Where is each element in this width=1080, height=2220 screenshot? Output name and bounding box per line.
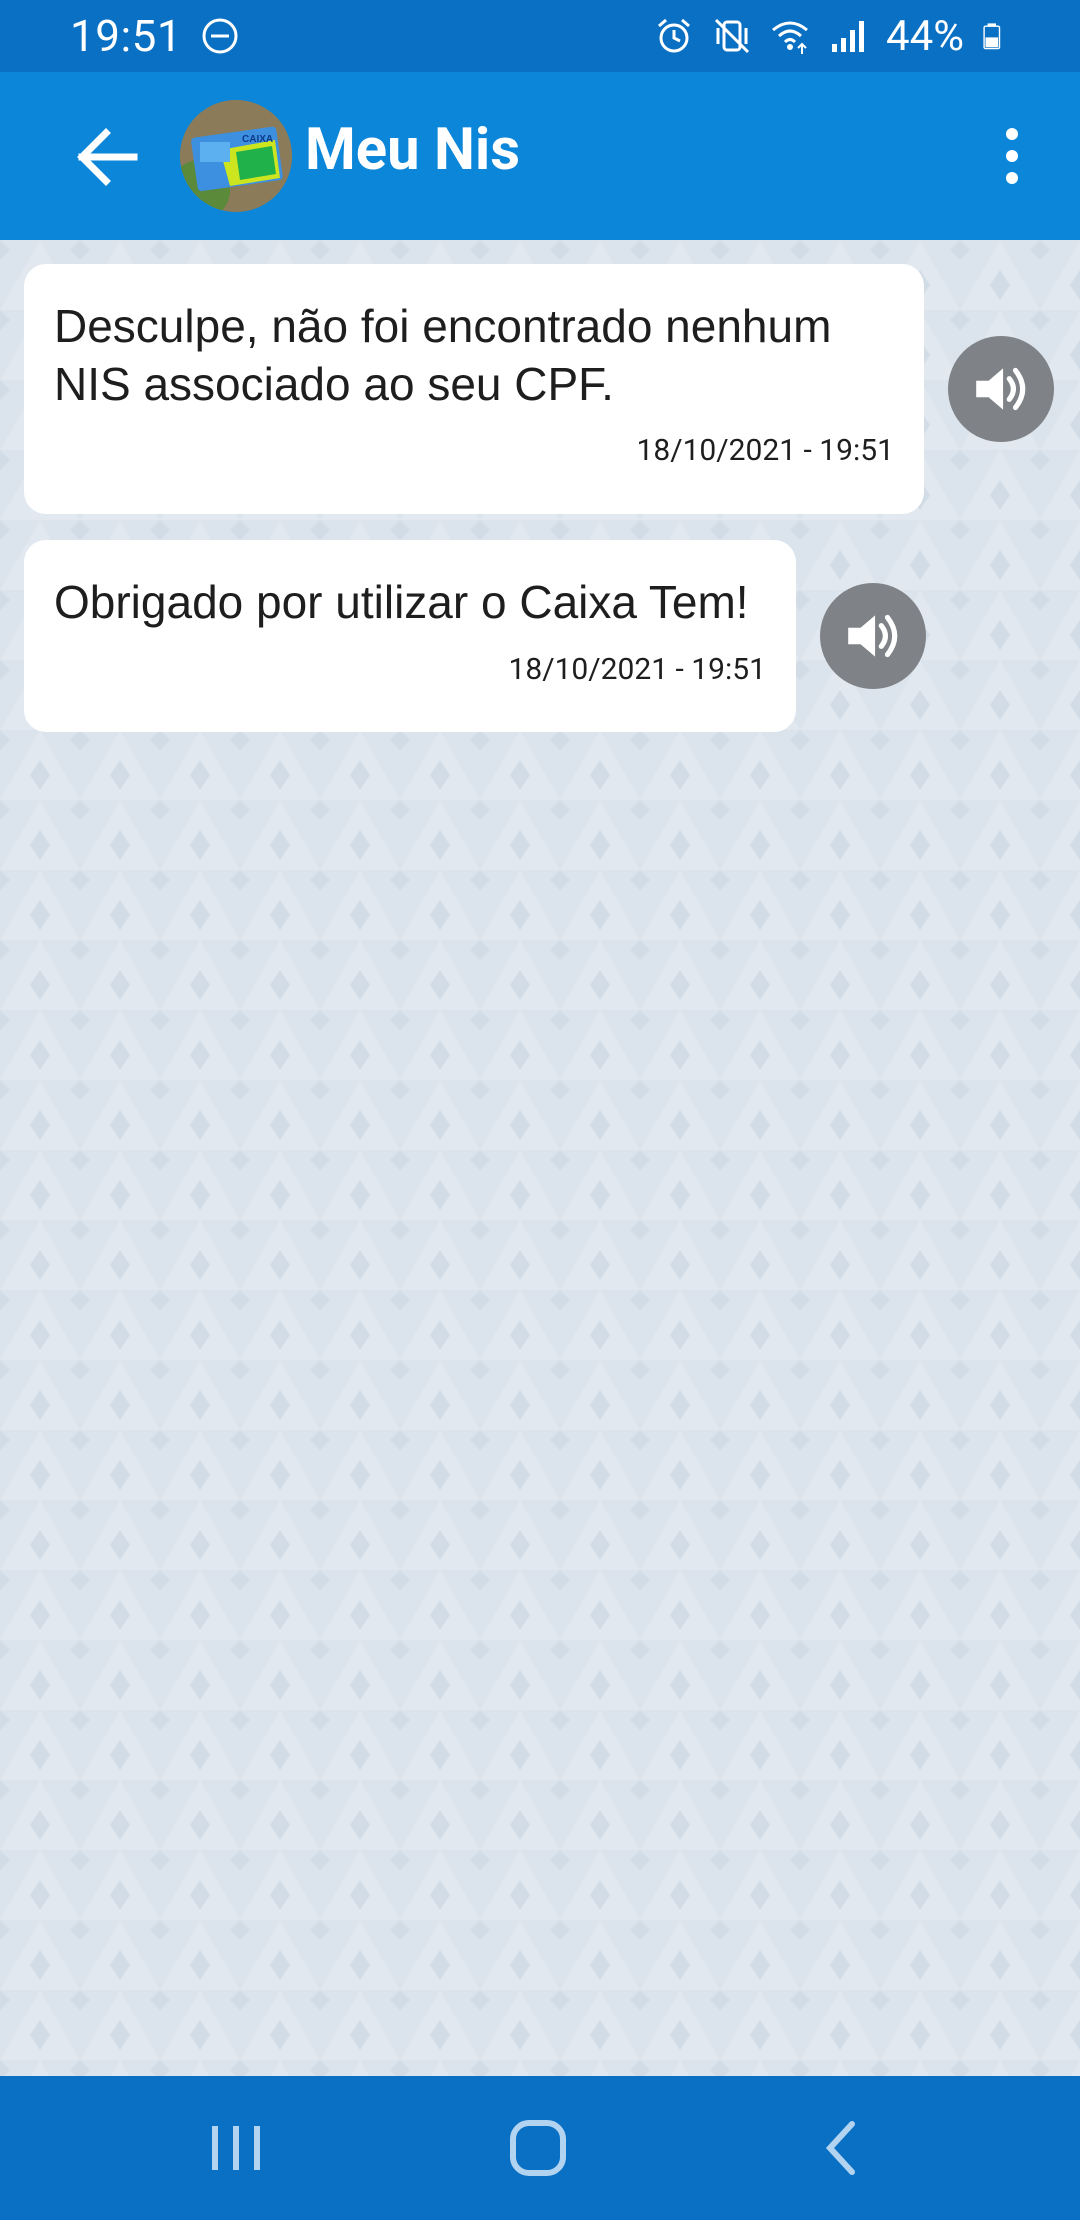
wifi-icon xyxy=(772,21,808,54)
avatar[interactable]: CAIXA xyxy=(180,100,292,212)
message-text: Obrigado por utilizar o Caixa Tem! xyxy=(54,574,766,632)
do-not-disturb-icon xyxy=(202,18,238,54)
speaker-icon xyxy=(848,614,898,658)
recent-apps-icon[interactable] xyxy=(201,2116,271,2180)
battery-icon xyxy=(983,23,1001,50)
speaker-icon xyxy=(976,367,1026,411)
alarm-icon xyxy=(658,18,690,53)
more-options-icon[interactable] xyxy=(990,124,1034,188)
chat-area: Desculpe, não foi encontrado nenhum NIS … xyxy=(0,240,1080,2076)
message-text: Desculpe, não foi encontrado nenhum NIS … xyxy=(54,298,894,413)
message-bubble: Obrigado por utilizar o Caixa Tem! 18/10… xyxy=(24,540,796,732)
navigation-bar xyxy=(0,2076,1080,2220)
app-bar: CAIXA Meu Nis xyxy=(0,72,1080,240)
home-icon[interactable] xyxy=(503,2116,573,2180)
page-title: Meu Nis xyxy=(305,116,521,184)
signal-icon xyxy=(832,21,865,52)
message-timestamp: 18/10/2021 - 19:51 xyxy=(636,433,894,468)
vibrate-icon xyxy=(714,18,750,54)
status-bar: 19:51 44% xyxy=(0,0,1080,72)
chat-background-pattern xyxy=(0,240,1080,2076)
battery-percent: 44% xyxy=(886,11,964,61)
status-right: 44% xyxy=(654,12,1010,61)
back-nav-icon[interactable] xyxy=(806,2116,876,2180)
back-arrow-icon[interactable] xyxy=(72,122,142,192)
message-bubble: Desculpe, não foi encontrado nenhum NIS … xyxy=(24,264,924,514)
message-timestamp: 18/10/2021 - 19:51 xyxy=(508,651,766,687)
avatar-caixa-text: CAIXA xyxy=(242,134,273,145)
speaker-button[interactable] xyxy=(820,583,926,689)
message-text-line: Desculpe, não foi encontrado nenhum xyxy=(54,300,832,352)
speaker-button[interactable] xyxy=(948,336,1054,442)
status-left: 19:51 xyxy=(70,10,240,62)
message-text-line: NIS associado ao seu CPF. xyxy=(54,357,614,410)
status-time: 19:51 xyxy=(70,10,183,62)
caixa-card-image: CAIXA xyxy=(180,100,292,212)
message-text-line: Obrigado por utilizar o Caixa Tem! xyxy=(54,576,749,628)
